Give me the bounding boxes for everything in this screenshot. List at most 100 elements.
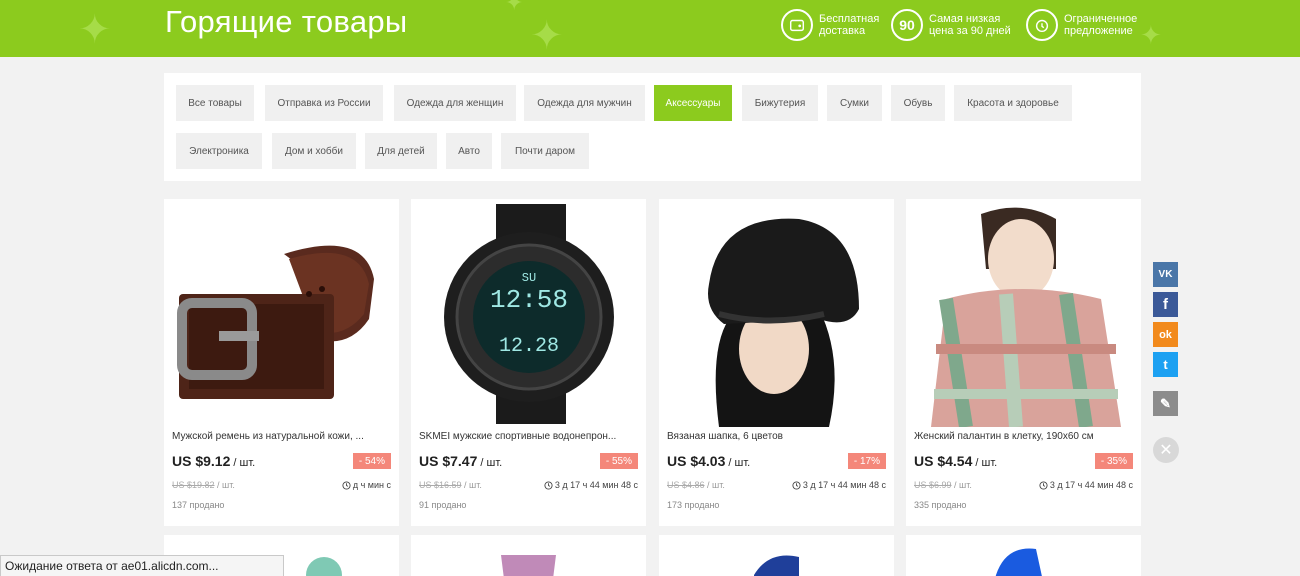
category-accessories[interactable]: Аксессуары — [654, 85, 732, 121]
close-icon[interactable]: ✕ — [1153, 437, 1179, 463]
countdown-timer: 3 д 17 ч 44 мин 48 с — [1039, 480, 1133, 490]
svg-text:12.28: 12.28 — [499, 335, 559, 358]
product-card[interactable]: Вязаная шапка, 6 цветов US $4.03 / шт. -… — [659, 199, 894, 526]
timer-text: 3 д 17 ч 44 мин 48 с — [1049, 480, 1133, 490]
sold-count: 137 продано — [172, 500, 225, 510]
sold-count: 335 продано — [914, 500, 967, 510]
free-shipping-feature: Бесплатная доставка — [781, 9, 879, 41]
price-unit: / шт. — [230, 457, 256, 469]
ninety-badge-icon: 90 — [891, 9, 923, 41]
category-men-clothing[interactable]: Одежда для мужчин — [524, 85, 645, 121]
clock-icon — [1039, 480, 1048, 490]
product-price: US $7.47 / шт. — [419, 453, 502, 469]
old-price: US $6.99 / шт. — [914, 480, 972, 490]
vk-icon[interactable]: VK — [1153, 262, 1178, 287]
countdown-timer: 3 д 17 ч 44 мин 48 с — [544, 480, 638, 490]
old-price: US $19.82 / шт. — [172, 480, 235, 490]
old-price-unit: / шт. — [461, 480, 482, 490]
feature-line: Ограниченное — [1064, 13, 1138, 25]
page-title: Горящие товары — [165, 4, 408, 39]
price-value: US $4.54 — [914, 453, 973, 469]
product-card[interactable] — [411, 535, 646, 576]
old-price: US $4.86 / шт. — [667, 480, 725, 490]
discount-badge: - 54% — [352, 453, 391, 469]
feature-line: Бесплатная — [819, 13, 880, 25]
product-card[interactable]: 12:58 12.28 SU SKMEI мужские спортивные … — [411, 199, 646, 526]
product-card[interactable]: Мужской ремень из натуральной кожи, ... … — [164, 199, 399, 526]
alarm-clock-icon — [1026, 9, 1058, 41]
facebook-icon[interactable]: f — [1153, 292, 1178, 317]
product-image-partial[interactable] — [411, 535, 646, 576]
category-shoes[interactable]: Обувь — [891, 85, 945, 121]
old-price-unit: / шт. — [214, 480, 235, 490]
edit-pencil-icon[interactable]: ✎ — [1153, 391, 1178, 416]
product-image-watch[interactable]: 12:58 12.28 SU — [411, 199, 646, 427]
product-title[interactable]: Мужской ремень из натуральной кожи, ... — [172, 431, 392, 442]
product-price: US $9.12 / шт. — [172, 453, 255, 469]
product-title[interactable]: Вязаная шапка, 6 цветов — [667, 431, 887, 442]
old-price-unit: / шт. — [951, 480, 972, 490]
countdown-timer: 3 д 17 ч 44 мин 48 с — [792, 480, 886, 490]
price-unit: / шт. — [725, 457, 751, 469]
sold-count: 173 продано — [667, 500, 720, 510]
browser-status-bar: Ожидание ответа от ae01.alicdn.com... — [0, 555, 284, 576]
product-title[interactable]: SKMEI мужские спортивные водонепрон... — [419, 431, 639, 442]
category-women-clothing[interactable]: Одежда для женщин — [394, 85, 516, 121]
timer-text: д ч мин с — [352, 480, 391, 490]
product-image-partial[interactable] — [659, 535, 894, 576]
feature-line: доставка — [819, 25, 866, 37]
sparkle-decoration-icon: ✦ — [530, 14, 564, 57]
old-price: US $16.59 / шт. — [419, 480, 482, 490]
product-image-hat[interactable] — [659, 199, 894, 427]
category-filter-panel: Все товары Отправка из России Одежда для… — [164, 73, 1141, 181]
lowest-price-feature: 90 Самая низкая цена за 90 дней — [891, 9, 1011, 41]
odnoklassniki-icon[interactable]: ok — [1153, 322, 1178, 347]
product-card[interactable] — [906, 535, 1141, 576]
category-home-hobby[interactable]: Дом и хобби — [272, 133, 356, 169]
sparkle-decoration-icon: ✦ — [78, 8, 112, 52]
category-electronics[interactable]: Электроника — [176, 133, 262, 169]
product-image-partial[interactable] — [906, 535, 1141, 576]
price-unit: / шт. — [972, 457, 998, 469]
price-value: US $4.03 — [667, 453, 726, 469]
timer-text: 3 д 17 ч 44 мин 48 с — [554, 480, 638, 490]
product-image-belt[interactable] — [164, 199, 399, 427]
clock-icon — [544, 480, 553, 490]
discount-badge: - 35% — [1094, 453, 1133, 469]
product-card[interactable]: Женский палантин в клетку, 190x60 см US … — [906, 199, 1141, 526]
svg-text:12:58: 12:58 — [490, 285, 568, 315]
sold-count: 91 продано — [419, 500, 467, 510]
old-price-value: US $16.59 — [419, 480, 462, 490]
feature-line: цена за 90 дней — [929, 25, 1011, 37]
old-price-value: US $19.82 — [172, 480, 215, 490]
old-price-unit: / шт. — [704, 480, 725, 490]
category-auto[interactable]: Авто — [446, 133, 492, 169]
discount-badge: - 55% — [599, 453, 638, 469]
clock-icon — [342, 480, 351, 490]
timer-text: 3 д 17 ч 44 мин 48 с — [802, 480, 886, 490]
price-unit: / шт. — [477, 457, 503, 469]
product-image-scarf[interactable] — [906, 199, 1141, 427]
sparkle-decoration-icon: ✦ — [1140, 20, 1162, 50]
hot-deals-banner: ✦ ✦ ✦ ✦ Горящие товары Бесплатная доставк… — [0, 0, 1300, 57]
limited-offer-feature: Ограниченное предложение — [1026, 9, 1137, 41]
feature-line: Самая низкая — [929, 13, 1001, 25]
product-price: US $4.54 / шт. — [914, 453, 997, 469]
category-jewelry[interactable]: Бижутерия — [742, 85, 818, 121]
category-kids[interactable]: Для детей — [365, 133, 437, 169]
price-value: US $9.12 — [172, 453, 231, 469]
category-ship-from-russia[interactable]: Отправка из России — [265, 85, 383, 121]
category-almost-free[interactable]: Почти даром — [501, 133, 589, 169]
old-price-value: US $4.86 — [667, 480, 705, 490]
svg-text:SU: SU — [522, 271, 536, 285]
price-value: US $7.47 — [419, 453, 478, 469]
countdown-timer: д ч мин с — [342, 480, 391, 490]
twitter-icon[interactable]: t — [1153, 352, 1178, 377]
category-bags[interactable]: Сумки — [827, 85, 882, 121]
product-title[interactable]: Женский палантин в клетку, 190x60 см — [914, 431, 1134, 442]
product-card[interactable] — [659, 535, 894, 576]
category-beauty-health[interactable]: Красота и здоровье — [954, 85, 1072, 121]
category-all[interactable]: Все товары — [176, 85, 254, 121]
feature-line: предложение — [1064, 25, 1133, 37]
clock-icon — [792, 480, 801, 490]
